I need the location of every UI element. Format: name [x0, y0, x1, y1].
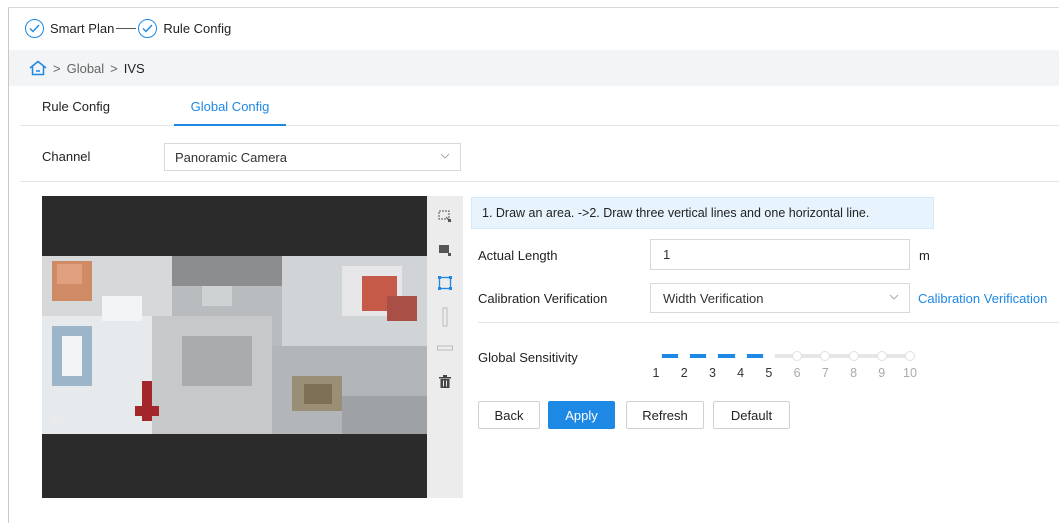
step-rule-config[interactable]: Rule Config — [163, 21, 231, 36]
page-border-top — [8, 7, 1059, 8]
vertical-line-icon[interactable] — [437, 306, 453, 328]
divider — [478, 322, 1059, 323]
slider-tick-label: 8 — [850, 366, 858, 380]
calibration-value: Width Verification — [663, 290, 764, 306]
chevron-down-icon — [889, 292, 899, 303]
slider-tick-label: 6 — [793, 366, 801, 380]
horizontal-line-icon[interactable] — [437, 340, 453, 356]
hint-banner: 1. Draw an area. ->2. Draw three vertica… — [471, 197, 934, 229]
channel-label: Channel — [42, 149, 91, 164]
slider-stop[interactable] — [905, 351, 915, 361]
tab-global-config[interactable]: Global Config — [174, 88, 286, 126]
channel-select[interactable]: Panoramic Camera — [164, 143, 461, 171]
slider-tick-label: 2 — [680, 366, 688, 380]
step-smart-plan[interactable]: Smart Plan — [50, 21, 114, 36]
actual-length-input[interactable]: 1 — [650, 239, 910, 270]
wizard-steps: Smart Plan Rule Config — [25, 15, 231, 41]
slider-stop[interactable] — [820, 351, 831, 361]
slider-tick-label: 5 — [765, 366, 773, 380]
clear-area-icon[interactable] — [437, 242, 453, 258]
breadcrumb-separator: > — [110, 60, 118, 76]
draw-area-icon[interactable] — [437, 275, 453, 291]
slider-stop[interactable] — [651, 351, 661, 361]
slider-tick-label: 1 — [652, 366, 660, 380]
back-button[interactable]: Back — [478, 401, 540, 429]
calibration-verification-link[interactable]: Calibration Verification — [918, 291, 1047, 306]
calibration-select[interactable]: Width Verification — [650, 283, 910, 313]
slider-stop[interactable] — [679, 351, 690, 361]
slider-stop[interactable] — [735, 351, 746, 361]
camera-image — [42, 256, 427, 434]
slider-tick-label: 10 — [903, 366, 917, 380]
check-icon — [25, 18, 44, 38]
slider-stop[interactable] — [848, 351, 859, 361]
slider-stop[interactable] — [707, 351, 718, 361]
slider-tick-label: 4 — [737, 366, 745, 380]
breadcrumb-ivs: IVS — [123, 60, 145, 76]
breadcrumb-separator: > — [53, 60, 61, 76]
actual-length-unit: m — [919, 248, 930, 263]
slider-tick-label: 3 — [708, 366, 716, 380]
slider-tick-label: 9 — [878, 366, 886, 380]
breadcrumb-global[interactable]: Global — [67, 61, 105, 76]
tab-rule-config[interactable]: Rule Config — [36, 88, 116, 126]
slider-stop[interactable] — [792, 351, 803, 361]
sensitivity-slider[interactable] — [651, 349, 915, 363]
home-icon[interactable] — [29, 60, 47, 76]
check-icon — [138, 18, 158, 38]
tab-bar: Rule Config Global Config — [20, 88, 1059, 126]
sensitivity-label: Global Sensitivity — [478, 350, 578, 365]
step-connector — [116, 27, 137, 29]
sensitivity-ticks: 1 2 3 4 5 6 7 8 9 10 — [646, 366, 917, 382]
slider-tick-label: 7 — [821, 366, 829, 380]
select-area-icon[interactable] — [437, 208, 453, 224]
video-preview[interactable]: IPC — [42, 196, 427, 498]
slider-stop[interactable] — [763, 351, 774, 361]
breadcrumb: > Global > IVS — [9, 50, 1059, 86]
actual-length-label: Actual Length — [478, 248, 558, 263]
drawing-toolbar — [427, 196, 463, 498]
slider-stop[interactable] — [876, 351, 887, 361]
video-watermark: IPC — [52, 417, 68, 427]
apply-button[interactable]: Apply — [548, 401, 615, 429]
divider — [20, 181, 1059, 182]
default-button[interactable]: Default — [713, 401, 790, 429]
channel-value: Panoramic Camera — [175, 149, 287, 165]
chevron-down-icon — [440, 151, 450, 162]
delete-icon[interactable] — [437, 373, 453, 389]
refresh-button[interactable]: Refresh — [626, 401, 704, 429]
calibration-label: Calibration Verification — [478, 291, 608, 306]
